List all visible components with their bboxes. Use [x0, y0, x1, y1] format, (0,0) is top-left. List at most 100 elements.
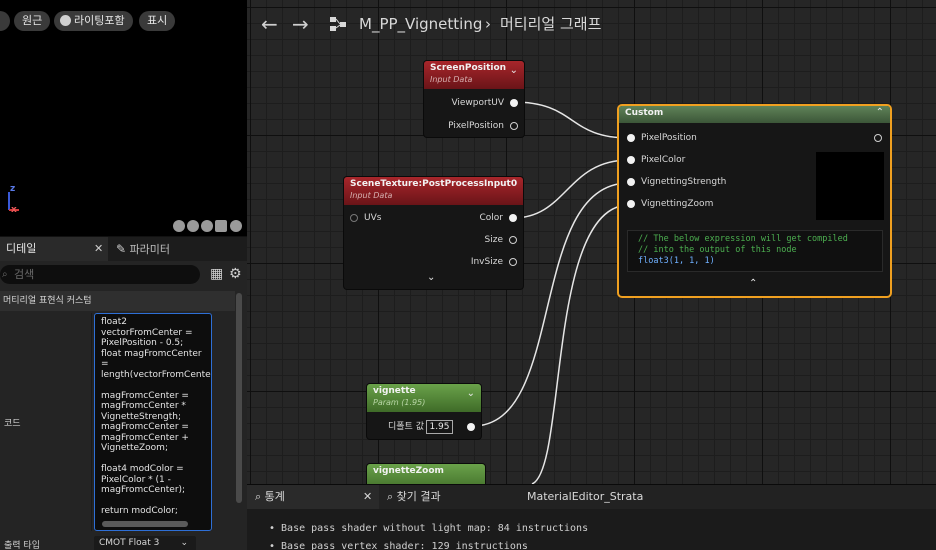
- pin-vignettingstrength-in[interactable]: [627, 178, 635, 186]
- preview-plane-icon[interactable]: [201, 220, 213, 232]
- chevron-down-icon[interactable]: ⌄: [510, 65, 518, 76]
- details-vertical-scrollbar[interactable]: [236, 293, 242, 503]
- show-button[interactable]: 표시: [139, 11, 176, 31]
- pin-label-viewportuv: ViewportUV: [451, 98, 504, 108]
- graph-asset-icon: [330, 17, 346, 31]
- collapse-chevron-icon[interactable]: ⌃: [876, 107, 884, 118]
- code-comment-line: // The below expression will get compile…: [638, 234, 848, 244]
- pin-size[interactable]: [509, 236, 517, 244]
- preview-cylinder-icon[interactable]: [187, 220, 199, 232]
- node-custom[interactable]: Custom ⌃ PixelPosition PixelColor Vignet…: [619, 106, 890, 296]
- node-title: vignette: [373, 386, 416, 396]
- pin-custom-output[interactable]: [874, 134, 882, 142]
- custom-code-preview: // The below expression will get compile…: [627, 230, 883, 272]
- node-header[interactable]: vignetteZoom: [367, 464, 485, 484]
- tab-parameters-label: 파라미터: [129, 243, 171, 256]
- node-screenposition[interactable]: ScreenPosition Input Data ⌄ ViewportUV P…: [424, 61, 524, 137]
- preview-teapot-icon[interactable]: [230, 220, 242, 232]
- pin-pixelcolor-in[interactable]: [627, 156, 635, 164]
- stats-line: • Base pass vertex shader: 129 instructi…: [269, 541, 528, 550]
- pin-label-pixelcolor: PixelColor: [641, 155, 686, 165]
- lit-icon: [60, 15, 71, 26]
- tab-stats[interactable]: ⌕ 통계 ✕: [247, 485, 379, 509]
- node-preview-thumbnail: [816, 152, 884, 220]
- code-text-area[interactable]: float2 vectorFromCenter = PixelPosition …: [94, 313, 212, 531]
- node-subtitle: Param (1.95): [373, 398, 426, 407]
- pin-label-size: Size: [484, 235, 503, 245]
- search-input[interactable]: ⌕ 검색: [0, 265, 200, 284]
- preview-cube-icon[interactable]: [215, 220, 227, 232]
- graph-toolbar: ← → M_PP_Vignetting › 머티리얼 그래프: [247, 10, 936, 42]
- node-header[interactable]: SceneTexture:PostProcessInput0 Input Dat…: [344, 177, 523, 205]
- section-header-custom[interactable]: 머티리얼 표현식 커스텀: [0, 291, 235, 311]
- axis-z-label: z: [10, 184, 16, 194]
- expand-chevron-icon[interactable]: ⌄: [427, 272, 435, 283]
- viewport-menu-button[interactable]: [0, 11, 10, 31]
- node-vignette[interactable]: vignette Param (1.95) ⌄ 디폴트 값 1.95: [367, 384, 481, 439]
- tab-parameters[interactable]: ✎ 파라미터: [116, 237, 170, 261]
- pin-label-vignettingzoom: VignettingZoom: [641, 199, 714, 209]
- pin-viewportuv[interactable]: [510, 99, 518, 107]
- node-scenetexture[interactable]: SceneTexture:PostProcessInput0 Input Dat…: [344, 177, 523, 289]
- node-title: SceneTexture:PostProcessInput0: [350, 179, 518, 189]
- lighting-button[interactable]: 라이팅포함: [54, 11, 133, 31]
- lighting-button-label: 라이팅포함: [74, 14, 125, 27]
- perspective-button[interactable]: 원근: [14, 11, 51, 31]
- node-subtitle: Input Data: [350, 191, 393, 200]
- pencil-icon: ✎: [116, 242, 127, 256]
- output-type-dropdown[interactable]: CMOT Float 3 ⌄: [94, 536, 196, 550]
- forward-arrow-icon[interactable]: →: [292, 12, 309, 36]
- node-header[interactable]: ScreenPosition Input Data ⌄: [424, 61, 524, 89]
- pin-vignette-out[interactable]: [467, 423, 475, 431]
- stats-line: • Base pass shader without light map: 84…: [269, 523, 589, 534]
- back-arrow-icon[interactable]: ←: [261, 12, 278, 36]
- pin-label-vignettingstrength: VignettingStrength: [641, 177, 727, 187]
- code-horizontal-scrollbar[interactable]: [102, 521, 188, 527]
- node-header[interactable]: Custom ⌃: [619, 106, 890, 123]
- node-vignettezoom[interactable]: vignetteZoom: [367, 464, 485, 484]
- code-label-cell: 코드: [0, 313, 92, 531]
- node-title: ScreenPosition: [430, 63, 507, 73]
- pin-pixelposition-in[interactable]: [627, 134, 635, 142]
- material-graph-canvas[interactable]: ← → M_PP_Vignetting › 머티리얼 그래프 ScreenPos…: [247, 0, 936, 484]
- node-header[interactable]: vignette Param (1.95) ⌄: [367, 384, 481, 412]
- tab-find-results[interactable]: ⌕ 찾기 결과: [387, 485, 441, 509]
- tab-stats-label: 통계: [264, 490, 285, 503]
- node-title: vignetteZoom: [373, 466, 444, 476]
- default-value-input[interactable]: 1.95: [426, 420, 453, 434]
- breadcrumb-page[interactable]: 머티리얼 그래프: [500, 14, 601, 34]
- pin-uvs-in[interactable]: [350, 214, 358, 222]
- pin-vignettingzoom-in[interactable]: [627, 200, 635, 208]
- table-view-icon[interactable]: ▦: [210, 266, 223, 282]
- viewport-preview[interactable]: 원근 라이팅포함 표시 z x: [0, 0, 247, 236]
- chevron-down-icon[interactable]: ⌄: [467, 388, 475, 399]
- node-title: Custom: [625, 108, 664, 118]
- stats-tab-row: ⌕ 통계 ✕ ⌕ 찾기 결과 MaterialEditor_Strata: [247, 485, 936, 509]
- code-comment-line: // into the output of this node: [638, 245, 797, 255]
- stats-icon: ⌕: [255, 490, 262, 503]
- stats-panel: ⌕ 통계 ✕ ⌕ 찾기 결과 MaterialEditor_Strata • B…: [247, 484, 936, 550]
- pin-label-pixelposition: PixelPosition: [448, 121, 504, 131]
- output-type-value: CMOT Float 3: [99, 538, 160, 548]
- default-value-label: 디폴트 값: [388, 422, 424, 432]
- axis-x-label: x: [11, 205, 17, 215]
- close-tab-icon[interactable]: ✕: [94, 237, 103, 261]
- pin-pixelposition-out[interactable]: [510, 122, 518, 130]
- tab-materialeditor-strata[interactable]: MaterialEditor_Strata: [527, 485, 643, 509]
- pin-color[interactable]: [509, 214, 517, 222]
- expand-up-chevron-icon[interactable]: ⌃: [749, 278, 757, 289]
- settings-gear-icon[interactable]: ⚙: [229, 266, 242, 282]
- preview-sphere-icon[interactable]: [173, 220, 185, 232]
- code-label: 코드: [4, 419, 21, 429]
- wire-vignettezoom-zoom: [531, 204, 630, 484]
- pin-label-invsize: InvSize: [470, 257, 503, 267]
- details-panel: 디테일 ✕ ✎ 파라미터 ⌕ 검색 ▦ ⚙ 머티리얼 표현식 커스텀 코드 fl…: [0, 236, 247, 550]
- breadcrumb-asset[interactable]: M_PP_Vignetting: [359, 14, 482, 34]
- search-placeholder: 검색: [14, 268, 35, 281]
- pin-invsize[interactable]: [509, 258, 517, 266]
- close-tab-icon[interactable]: ✕: [363, 485, 372, 509]
- search-icon: ⌕: [2, 269, 8, 280]
- tab-details[interactable]: 디테일 ✕: [0, 237, 108, 261]
- search-icon: ⌕: [387, 490, 394, 503]
- pin-label-uvs: UVs: [364, 213, 382, 223]
